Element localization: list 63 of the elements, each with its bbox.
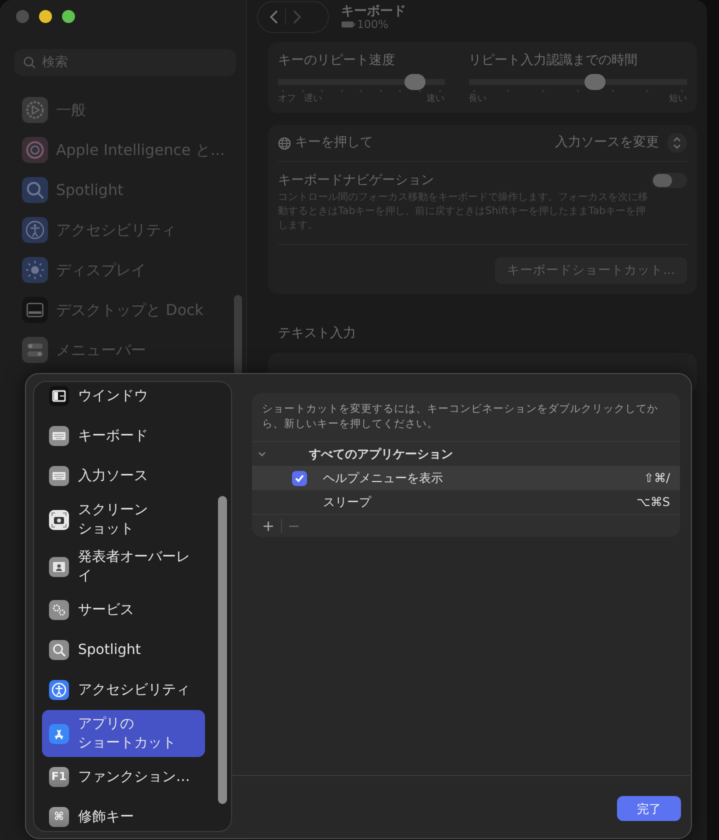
category-item[interactable]: 入力ソース bbox=[42, 456, 205, 496]
slider-label: リピート入力認識までの時間 bbox=[468, 53, 638, 69]
search-icon bbox=[49, 640, 69, 660]
category-item[interactable]: スクリーンショット bbox=[42, 496, 205, 543]
navigation-control[interactable] bbox=[257, 1, 329, 33]
key-combination[interactable]: ⇧⌘/ bbox=[644, 469, 670, 487]
chevron-left-icon bbox=[270, 10, 279, 24]
search-icon bbox=[22, 177, 48, 203]
shortcut-row[interactable]: ヘルプメニューを表示 ⇧⌘/ bbox=[252, 466, 680, 490]
key-icon: F1 bbox=[49, 767, 69, 787]
category-item[interactable]: サービス bbox=[42, 590, 205, 630]
checkbox[interactable] bbox=[292, 470, 307, 486]
category-item[interactable]: 発表者オーバーレイ bbox=[42, 543, 205, 590]
gear-icon bbox=[22, 97, 48, 123]
scrollbar[interactable] bbox=[218, 496, 227, 804]
close-button[interactable] bbox=[16, 10, 29, 23]
instruction-text: ショートカットを変更するには、キーコンビネーションをダブルクリックしてから、新しいキーを押してください。 bbox=[252, 393, 680, 442]
search-icon bbox=[23, 56, 36, 69]
key-icon: ⌘ bbox=[49, 807, 69, 827]
done-button[interactable]: 完了 bbox=[617, 796, 681, 821]
key-combination[interactable]: ⌥⌘S bbox=[636, 493, 670, 511]
stepper-icon[interactable] bbox=[667, 133, 687, 153]
category-item[interactable]: Spotlight bbox=[42, 630, 205, 670]
window-icon bbox=[49, 386, 69, 406]
desktop-icon bbox=[22, 297, 48, 323]
shortcut-name: ヘルプメニューを表示 bbox=[323, 470, 444, 487]
shortcut-name: スリープ bbox=[323, 494, 372, 511]
keyboard-icon bbox=[49, 426, 69, 446]
category-item[interactable]: アプリのショートカット bbox=[42, 710, 205, 757]
category-item[interactable]: F1 ファンクション… bbox=[42, 757, 205, 797]
toggles-icon bbox=[22, 337, 48, 363]
window-title: キーボード bbox=[341, 4, 406, 18]
accessibility-icon bbox=[22, 217, 48, 243]
slider-thumb[interactable] bbox=[404, 74, 426, 90]
group-label: すべてのアプリケーション bbox=[309, 446, 453, 463]
category-item[interactable]: キーボード bbox=[42, 416, 205, 456]
toggle-switch[interactable] bbox=[652, 173, 687, 188]
camera-icon bbox=[49, 510, 69, 530]
chevron-right-icon bbox=[292, 10, 301, 24]
setting-label: キーを押して bbox=[295, 135, 373, 151]
slider-label: キーのリピート速度 bbox=[278, 53, 396, 69]
gear-icon bbox=[49, 600, 69, 620]
scrollbar[interactable] bbox=[234, 295, 242, 375]
add-button[interactable]: + bbox=[256, 518, 281, 534]
shortcut-row[interactable]: スリープ ⌥⌘S bbox=[252, 490, 680, 514]
category-item[interactable]: アクセシビリティ bbox=[42, 670, 205, 710]
checkmark-icon bbox=[294, 472, 305, 484]
minimize-button[interactable] bbox=[39, 10, 52, 23]
sun-icon bbox=[22, 257, 48, 283]
setting-label: キーボードナビゲーション bbox=[278, 173, 435, 189]
keyboard-icon bbox=[49, 466, 69, 486]
slider-thumb[interactable] bbox=[584, 74, 606, 90]
globe-icon bbox=[278, 136, 291, 150]
battery-level: 100% bbox=[357, 18, 388, 30]
section-heading: テキスト入力 bbox=[278, 324, 357, 343]
app-icon bbox=[49, 724, 69, 744]
category-item[interactable]: ⌘ 修飾キー bbox=[42, 797, 205, 831]
zoom-button[interactable] bbox=[62, 10, 75, 23]
chevron-icon[interactable] bbox=[257, 449, 267, 459]
battery-icon bbox=[341, 21, 355, 28]
category-item[interactable]: ウインドウ bbox=[42, 382, 205, 416]
person-icon bbox=[49, 556, 69, 576]
accessibility-icon bbox=[49, 680, 69, 700]
